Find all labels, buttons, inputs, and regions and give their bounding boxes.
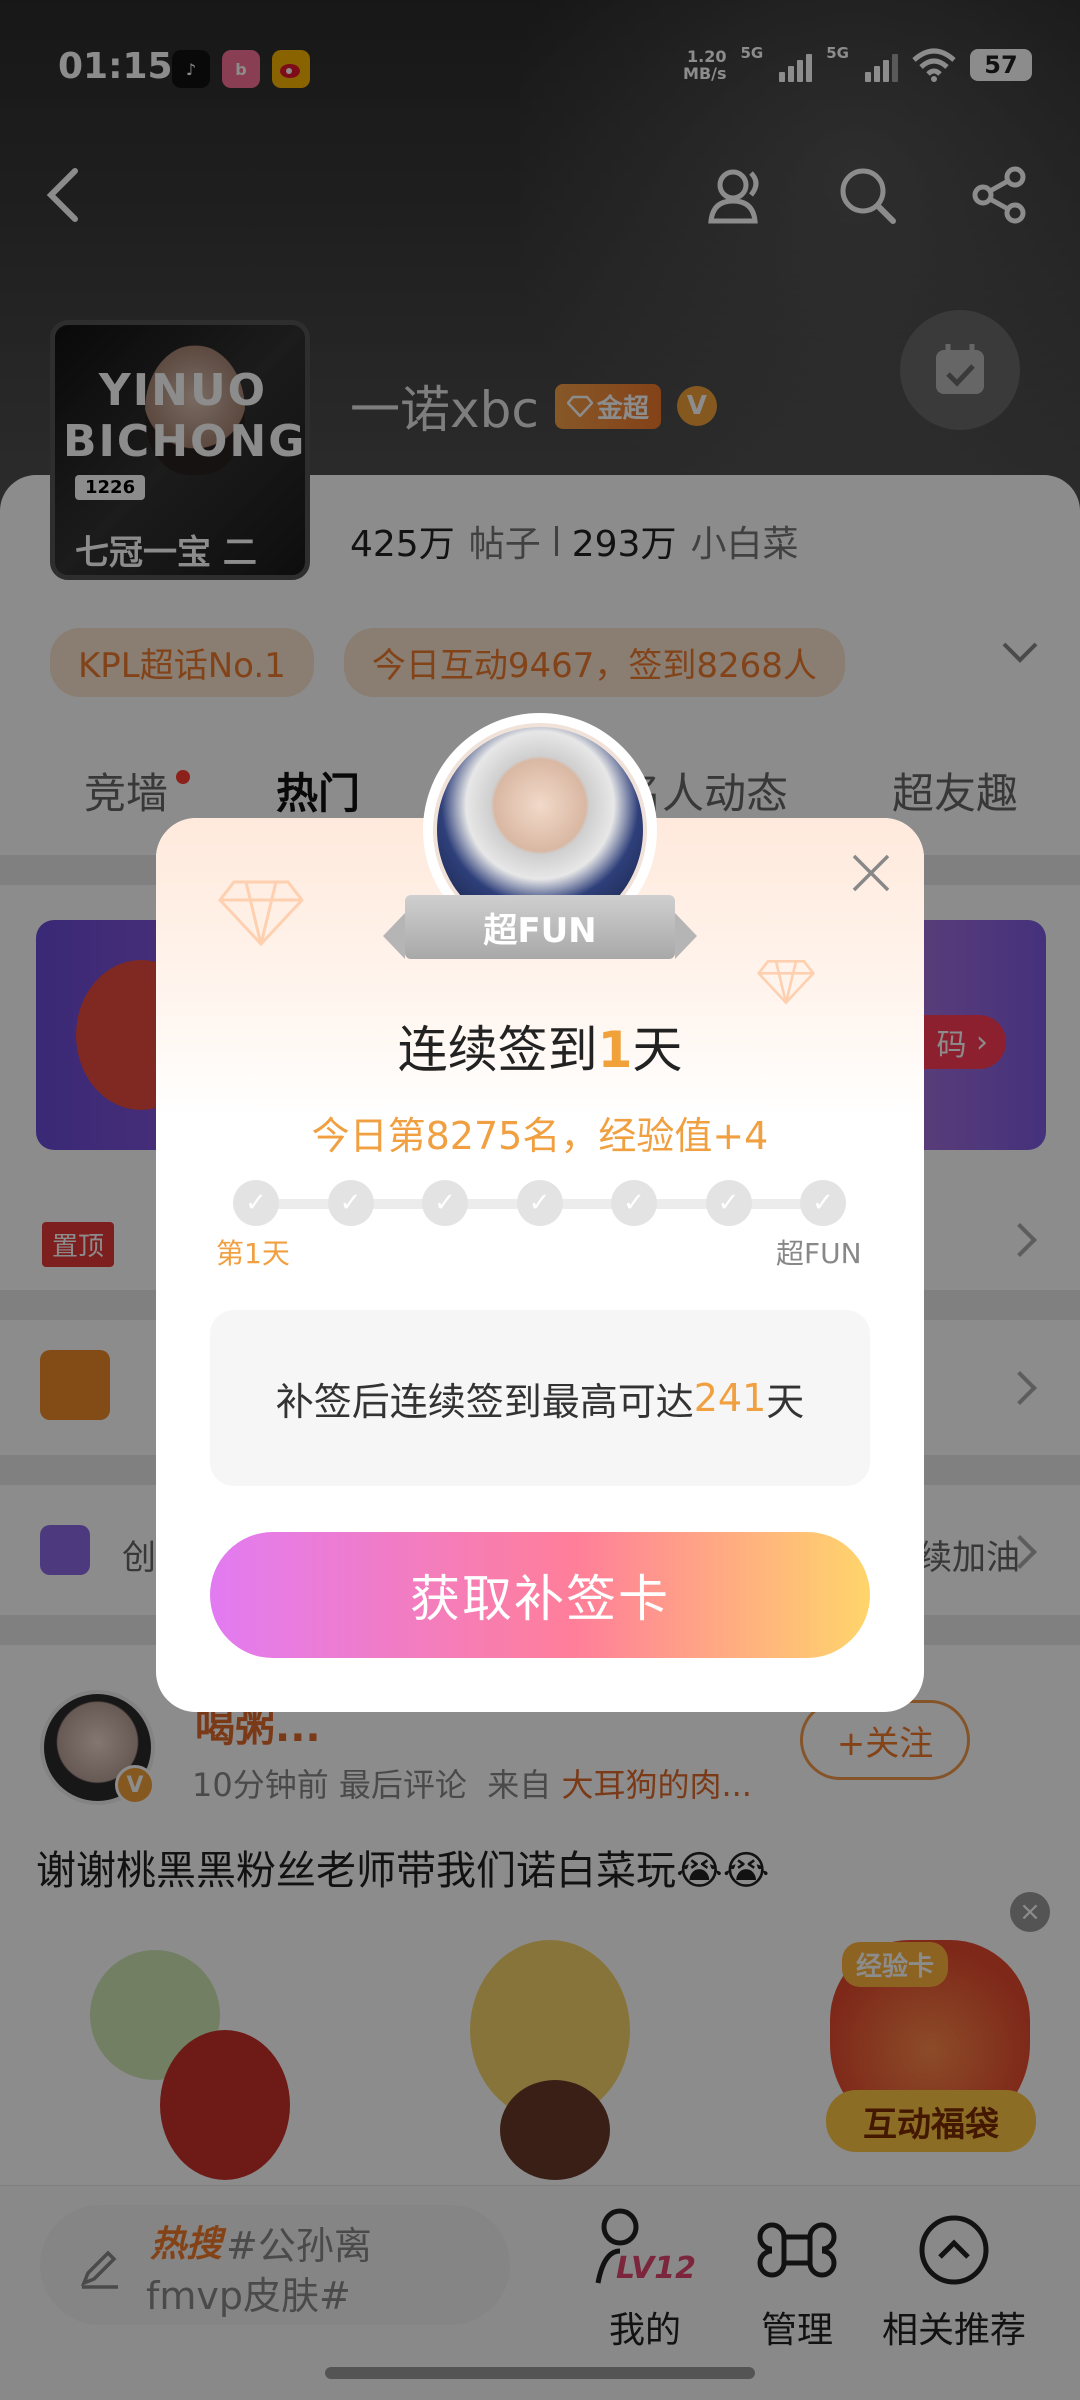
diamond-decoration-icon (218, 880, 304, 947)
diamond-decoration-icon (756, 960, 816, 1005)
level-ribbon: 超FUN (383, 895, 697, 959)
makeup-info-prefix: 补签后连续签到最高可达 (275, 1379, 694, 1424)
checkin-title: 连续签到1天 (0, 1010, 1080, 1082)
progress-end-label: 超FUN (776, 1237, 862, 1270)
makeup-info-days: 241 (693, 1376, 767, 1420)
makeup-info-suffix: 天 (766, 1379, 805, 1424)
progress-start-label: 第1天 (216, 1237, 290, 1270)
get-makeup-card-button[interactable]: 获取补签卡 (210, 1532, 870, 1658)
progress-day-dot: ✓ (516, 1180, 563, 1226)
super-topic-page: 01:15 ♪ b 1.20 MB/s 5G 5G 57 YINUO BICHO… (0, 0, 1080, 2400)
checkin-title-suffix: 天 (632, 1021, 683, 1079)
checkin-title-days: 1 (597, 1021, 633, 1079)
progress-day-dot: ✓ (327, 1180, 374, 1226)
progress-day-dot: ✓ (422, 1180, 468, 1226)
checkin-subtitle: 今日第8275名，经验值+4 (311, 1114, 769, 1158)
progress-day-dot: ✓ (233, 1180, 279, 1226)
progress-day-dot: ✓ (611, 1180, 657, 1226)
makeup-info-box: 补签后连续签到最高可达 241 天 (210, 1310, 870, 1486)
close-icon[interactable] (846, 848, 896, 898)
progress-day-dot: ✓ (705, 1180, 752, 1226)
checkin-title-prefix: 连续签到 (397, 1021, 598, 1079)
progress-day-dot: ✓ (800, 1180, 846, 1226)
